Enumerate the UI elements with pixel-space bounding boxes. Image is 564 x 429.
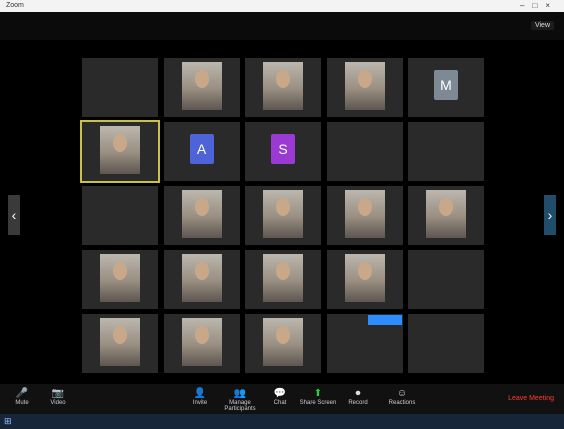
chat-button[interactable]: 💬 Chat — [262, 388, 298, 406]
app-title: Zoom — [6, 2, 24, 9]
participant-tile[interactable] — [82, 58, 158, 117]
participant-tile[interactable]: M — [408, 58, 484, 117]
participants-icon: 👥 — [233, 388, 247, 399]
participant-tile[interactable] — [163, 186, 240, 245]
participant-tile[interactable] — [163, 314, 240, 373]
participant-tile[interactable] — [326, 58, 403, 117]
participant-tile[interactable] — [326, 122, 403, 181]
participant-avatar: S — [271, 134, 295, 164]
reactions-icon: ☺ — [396, 388, 408, 399]
participant-tile[interactable]: S — [245, 122, 321, 181]
participant-tile[interactable] — [245, 186, 321, 245]
participant-tile[interactable] — [408, 122, 484, 181]
participant-video — [344, 254, 385, 302]
chat-icon: 💬 — [273, 388, 287, 399]
participant-video — [181, 318, 222, 366]
participant-video — [181, 190, 222, 238]
share-screen-icon: ⬆ — [313, 388, 323, 399]
participant-gallery: M A S — [80, 58, 484, 376]
participant-video — [100, 254, 140, 302]
leave-meeting-button[interactable]: Leave Meeting — [508, 395, 554, 402]
participant-tile[interactable] — [326, 250, 403, 309]
record-icon: ⏺ — [355, 388, 361, 399]
mute-button[interactable]: 🎤 Mute — [4, 388, 40, 406]
microphone-icon: 🎤 — [15, 388, 29, 399]
participant-video — [344, 62, 385, 110]
participant-video — [263, 254, 303, 302]
participant-video — [426, 190, 466, 238]
manage-participants-button[interactable]: 👥 Manage Participants — [218, 388, 262, 412]
participant-video — [181, 62, 222, 110]
reactions-button[interactable]: ☺ Reactions — [384, 388, 420, 406]
camera-icon: 📷 — [51, 388, 65, 399]
participant-tile[interactable] — [408, 186, 484, 245]
invite-icon: 👤 — [193, 388, 207, 399]
participant-tile[interactable] — [82, 250, 158, 309]
participant-tile[interactable] — [163, 58, 240, 117]
share-screen-button[interactable]: ⬆ Share Screen — [298, 388, 338, 406]
participant-tile[interactable] — [82, 186, 158, 245]
video-button[interactable]: 📷 Video — [40, 388, 76, 406]
participant-video — [263, 318, 303, 366]
next-page-button[interactable]: › — [544, 195, 556, 235]
record-button[interactable]: ⏺ Record — [338, 388, 378, 406]
view-button[interactable]: View — [530, 21, 554, 30]
participant-tile[interactable] — [245, 250, 321, 309]
meeting-toolbar: 🎤 Mute 📷 Video 👤 Invite 👥 Manage Participant… — [0, 384, 564, 414]
participant-video — [181, 254, 222, 302]
invite-button[interactable]: 👤 Invite — [182, 388, 218, 406]
participant-tile[interactable] — [408, 314, 484, 373]
participant-tile[interactable] — [326, 186, 403, 245]
participant-tile[interactable]: A — [163, 122, 240, 181]
spotlight-badge — [368, 315, 402, 325]
participant-tile[interactable] — [245, 58, 321, 117]
participant-video — [344, 190, 385, 238]
participant-tile[interactable] — [80, 120, 160, 183]
windows-taskbar: ⊞ — [0, 414, 564, 429]
participant-tile[interactable] — [245, 314, 321, 373]
participant-avatar: M — [434, 70, 458, 100]
window-titlebar: Zoom –□× — [0, 0, 564, 12]
participant-video — [263, 62, 303, 110]
participant-video — [263, 190, 303, 238]
participant-tile[interactable] — [163, 250, 240, 309]
participant-tile[interactable] — [82, 314, 158, 373]
participant-tile[interactable] — [408, 250, 484, 309]
participant-video — [100, 126, 140, 174]
window-controls[interactable]: –□× — [520, 1, 558, 10]
prev-page-button[interactable]: ‹ — [8, 195, 20, 235]
meeting-topbar: View — [0, 12, 564, 40]
participant-video — [100, 318, 140, 366]
participant-avatar: A — [189, 134, 214, 164]
windows-start-icon[interactable]: ⊞ — [4, 416, 12, 427]
